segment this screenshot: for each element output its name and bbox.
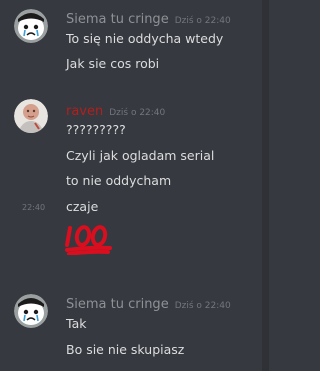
message-text: To się nie oddycha wtedy [66, 31, 224, 46]
message-timestamp: Dziś o 22:40 [174, 16, 231, 26]
chat-messages-pane: Siema tu cringe Dziś o 22:40 To się nie o… [0, 0, 262, 371]
crying-face-avatar-icon[interactable] [14, 294, 48, 328]
message-text: czaje [66, 199, 99, 214]
author-name[interactable]: Siema tu cringe [66, 297, 169, 312]
message-header: Siema tu cringe Dziś o 22:40 [66, 8, 231, 27]
hover-timestamp: 22:40 [22, 203, 46, 212]
person-photo-avatar-icon[interactable] [14, 99, 48, 133]
message-header: Siema tu cringe Dziś o 22:40 [66, 293, 231, 312]
message-timestamp: Dziś o 22:40 [174, 301, 231, 311]
author-name[interactable]: raven [66, 104, 103, 119]
message-text: Tak [66, 316, 87, 331]
hundred-points-emoji-icon [64, 223, 116, 259]
message-text: ????????? [66, 122, 126, 137]
message-timestamp: Dziś o 22:40 [109, 108, 166, 118]
message-text: to nie oddycham [66, 173, 172, 188]
crying-face-avatar-icon[interactable] [14, 9, 48, 43]
message-text: Jak sie cos robi [66, 56, 160, 71]
author-name[interactable]: Siema tu cringe [66, 12, 169, 27]
message-text: Bo sie nie skupiasz [66, 342, 185, 357]
scrollbar-track[interactable] [262, 0, 269, 371]
message-header: raven Dziś o 22:40 [66, 100, 165, 119]
message-text: Czyli jak ogladam serial [66, 148, 215, 163]
